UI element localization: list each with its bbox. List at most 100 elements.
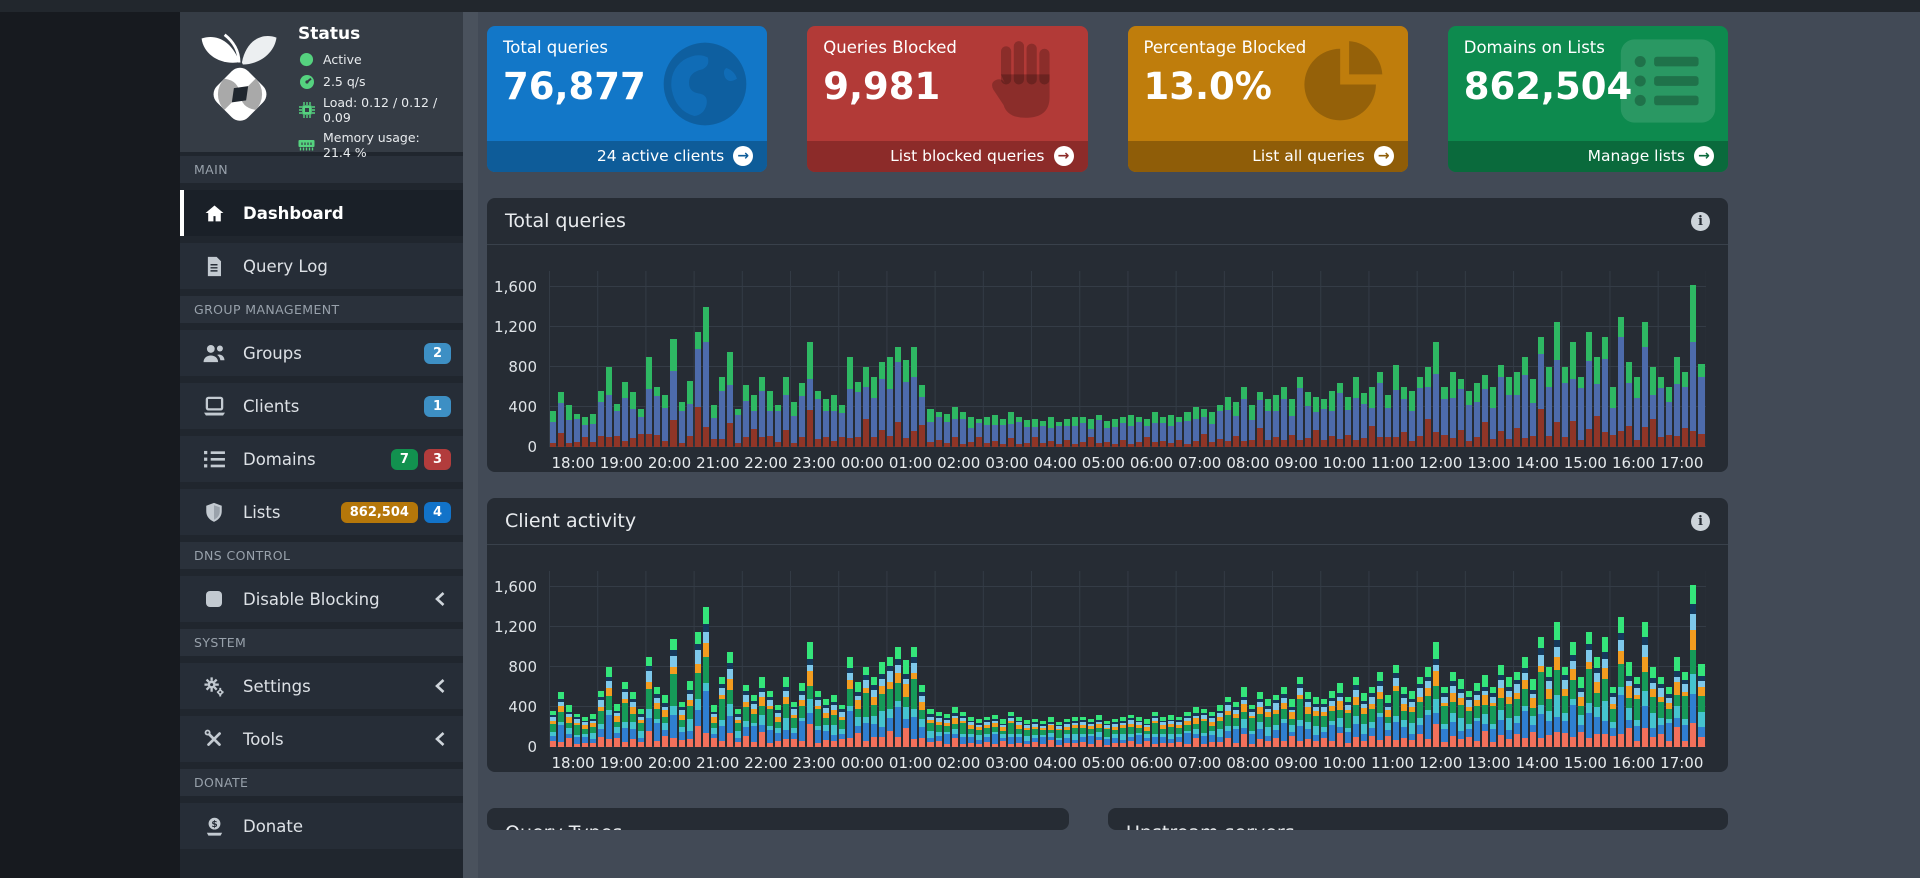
bar[interactable] xyxy=(1321,399,1328,447)
card-footer-link[interactable]: List all queries → xyxy=(1127,141,1408,172)
bar[interactable] xyxy=(1658,677,1665,747)
sidebar-item-clients[interactable]: Clients 1 xyxy=(180,383,463,429)
bar[interactable] xyxy=(734,409,741,447)
bar[interactable] xyxy=(1561,667,1568,747)
bar[interactable] xyxy=(1618,317,1625,447)
bar[interactable] xyxy=(887,357,894,447)
bar[interactable] xyxy=(558,692,565,747)
bar[interactable] xyxy=(1120,717,1127,747)
bar[interactable] xyxy=(1184,712,1191,747)
bar[interactable] xyxy=(1168,415,1175,447)
bar[interactable] xyxy=(798,383,805,447)
bar[interactable] xyxy=(670,339,677,447)
bar[interactable] xyxy=(1529,679,1536,747)
bar[interactable] xyxy=(1023,420,1030,447)
bar[interactable] xyxy=(1698,664,1705,747)
bar[interactable] xyxy=(879,362,886,447)
bar[interactable] xyxy=(871,377,878,447)
bar[interactable] xyxy=(686,381,693,447)
bar[interactable] xyxy=(1047,417,1054,447)
bar[interactable] xyxy=(1272,395,1279,447)
bar[interactable] xyxy=(606,367,613,447)
bar[interactable] xyxy=(1176,417,1183,447)
bar[interactable] xyxy=(1650,667,1657,747)
bar[interactable] xyxy=(726,652,733,747)
bar[interactable] xyxy=(999,419,1006,447)
bar[interactable] xyxy=(1104,421,1111,447)
bar[interactable] xyxy=(1296,677,1303,747)
bar[interactable] xyxy=(1441,387,1448,447)
bar[interactable] xyxy=(1015,717,1022,747)
bar[interactable] xyxy=(1473,683,1480,747)
bar[interactable] xyxy=(959,712,966,747)
bar[interactable] xyxy=(1240,387,1247,447)
bar[interactable] xyxy=(879,662,886,747)
bar[interactable] xyxy=(1064,419,1071,447)
bar[interactable] xyxy=(1039,721,1046,747)
bar[interactable] xyxy=(734,709,741,747)
bar[interactable] xyxy=(574,414,581,447)
bar[interactable] xyxy=(1409,691,1416,747)
bar[interactable] xyxy=(1224,397,1231,447)
bar[interactable] xyxy=(1594,657,1601,747)
bar[interactable] xyxy=(1232,702,1239,747)
sidebar-item-disable-blocking[interactable]: Disable Blocking xyxy=(180,576,463,622)
bar[interactable] xyxy=(1144,419,1151,447)
bar[interactable] xyxy=(919,385,926,447)
bar[interactable] xyxy=(903,660,910,747)
bar[interactable] xyxy=(1497,665,1504,747)
bar[interactable] xyxy=(1007,412,1014,447)
bar[interactable] xyxy=(598,691,605,747)
bar[interactable] xyxy=(1650,367,1657,447)
bar[interactable] xyxy=(710,405,717,447)
sidebar-item-lists[interactable]: Lists 862,504 4 xyxy=(180,489,463,535)
bar[interactable] xyxy=(991,415,998,447)
bar[interactable] xyxy=(798,683,805,747)
bar[interactable] xyxy=(967,417,974,447)
bar[interactable] xyxy=(614,404,621,447)
bar[interactable] xyxy=(1505,377,1512,447)
bar[interactable] xyxy=(670,639,677,747)
bar[interactable] xyxy=(1072,417,1079,447)
bar[interactable] xyxy=(662,395,669,447)
bar[interactable] xyxy=(1578,377,1585,447)
bar[interactable] xyxy=(1104,721,1111,747)
bar[interactable] xyxy=(1256,692,1263,747)
bar[interactable] xyxy=(678,702,685,747)
bar[interactable] xyxy=(919,685,926,747)
bar[interactable] xyxy=(1128,715,1135,747)
bar[interactable] xyxy=(1280,387,1287,447)
bar[interactable] xyxy=(790,402,797,447)
bar[interactable] xyxy=(967,717,974,747)
bar[interactable] xyxy=(1626,662,1633,747)
bar[interactable] xyxy=(1553,622,1560,747)
bar[interactable] xyxy=(702,607,709,747)
bar[interactable] xyxy=(750,395,757,447)
bar[interactable] xyxy=(702,307,709,447)
bar[interactable] xyxy=(1690,585,1697,747)
bar[interactable] xyxy=(1513,672,1520,747)
bar[interactable] xyxy=(1425,667,1432,747)
bar[interactable] xyxy=(1080,417,1087,447)
bar[interactable] xyxy=(1120,417,1127,447)
bar[interactable] xyxy=(1586,632,1593,747)
bar[interactable] xyxy=(1666,687,1673,747)
bar[interactable] xyxy=(943,714,950,747)
bar[interactable] xyxy=(1023,720,1030,747)
bar[interactable] xyxy=(598,391,605,447)
bar[interactable] xyxy=(1505,677,1512,747)
bar[interactable] xyxy=(1489,687,1496,747)
bar[interactable] xyxy=(550,711,557,747)
bar[interactable] xyxy=(1497,365,1504,447)
bar[interactable] xyxy=(1561,367,1568,447)
bar[interactable] xyxy=(646,357,653,447)
bar[interactable] xyxy=(630,392,637,447)
bar[interactable] xyxy=(1690,285,1697,447)
sidebar-item-dashboard[interactable]: Dashboard xyxy=(180,190,463,236)
bar[interactable] xyxy=(1353,677,1360,747)
bar[interactable] xyxy=(566,705,573,747)
bar[interactable] xyxy=(1586,332,1593,447)
bar[interactable] xyxy=(1192,407,1199,447)
sidebar-scrollbar[interactable] xyxy=(463,12,478,878)
bar[interactable] xyxy=(686,681,693,747)
